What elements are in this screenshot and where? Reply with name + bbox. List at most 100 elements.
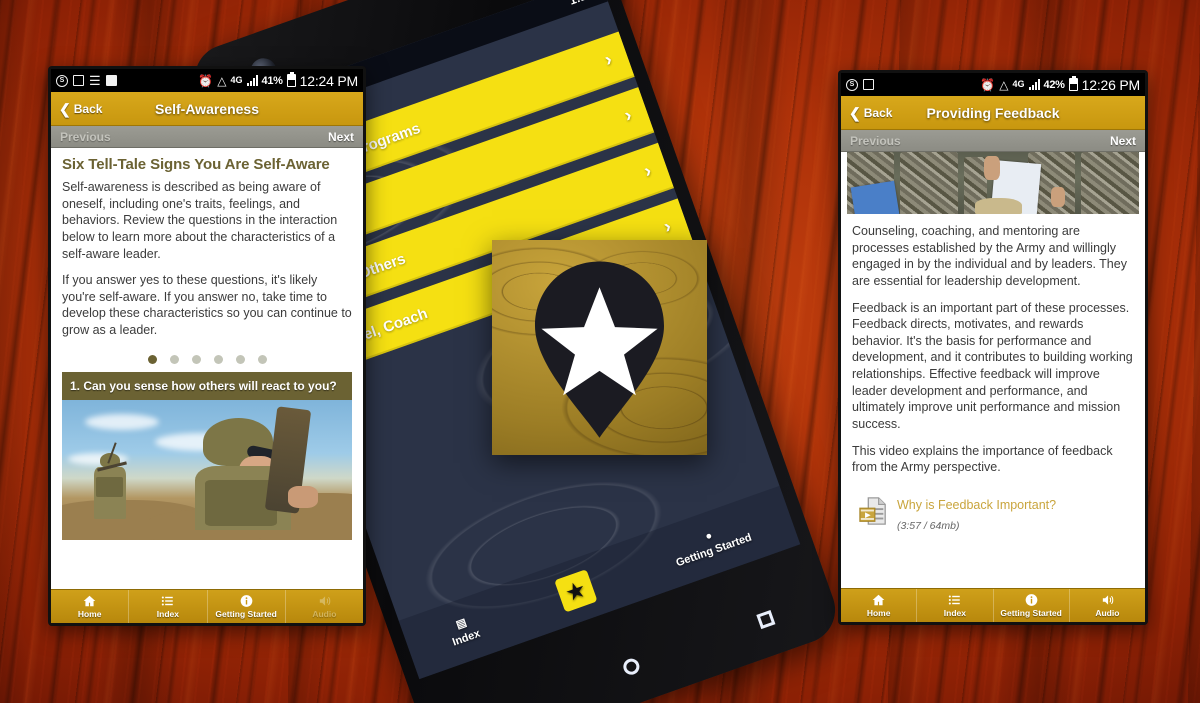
- map-pin-star-icon: [535, 261, 664, 438]
- chevron-right-icon: ›: [601, 49, 615, 71]
- content-paragraph-2: If you answer yes to these questions, it…: [62, 273, 352, 337]
- list-icon: [947, 593, 962, 607]
- previous-button[interactable]: Previous: [850, 134, 901, 148]
- back-button-label: Back: [863, 105, 893, 120]
- right-pager-bar: Previous Next: [841, 130, 1145, 152]
- list-icon: [160, 594, 175, 608]
- left-app-header: ❮ Back Self-Awareness: [51, 92, 363, 126]
- nav-home[interactable]: Home: [841, 589, 918, 622]
- home-circle-icon[interactable]: [620, 656, 642, 678]
- next-button[interactable]: Next: [328, 130, 354, 144]
- info-icon: [1024, 593, 1039, 607]
- nav-label: Home: [77, 609, 102, 619]
- contact-icon: ☰: [89, 73, 101, 88]
- nav-getting-started[interactable]: Getting Started: [994, 589, 1070, 622]
- left-bottom-nav: Home Index Getting Started Audio: [51, 589, 363, 623]
- video-meta-label: (3:57 / 64mb): [897, 519, 960, 532]
- chevron-right-icon: ›: [641, 160, 655, 183]
- left-status-bar: S ☰ ⏰ △ 4G 41% 12:24 PM: [51, 69, 363, 92]
- back-button[interactable]: ❮ Back: [51, 102, 102, 116]
- carousel-dot[interactable]: [213, 354, 223, 364]
- battery-icon: [1068, 76, 1078, 91]
- left-pager-bar: Previous Next: [51, 126, 363, 148]
- nav-label: Getting Started: [1000, 608, 1062, 618]
- nav-label: Index: [156, 609, 179, 619]
- info-icon: [239, 594, 254, 608]
- recents-square-icon[interactable]: [755, 609, 775, 629]
- carousel-dot[interactable]: [191, 354, 201, 364]
- content-heading: Six Tell-Tale Signs You Are Self-Aware: [62, 156, 330, 173]
- left-phone-screen: S ☰ ⏰ △ 4G 41% 12:24 PM ❮ Back Self-Awar…: [51, 69, 363, 623]
- nav-home[interactable]: Home: [51, 590, 130, 623]
- content-paragraph-2: Feedback is an important part of these p…: [852, 300, 1133, 431]
- wifi-icon: △: [999, 77, 1009, 92]
- screenshot-icon: [73, 75, 84, 86]
- center-status-time: 1:10: [567, 0, 594, 8]
- nav-label: Audio: [312, 609, 337, 619]
- chevron-right-icon: ›: [660, 215, 674, 238]
- signal-icon: [246, 75, 258, 86]
- vibrate-icon: S: [846, 78, 858, 91]
- vibrate-icon: S: [56, 74, 68, 87]
- content-paragraph-1: Self-awareness is described as being awa…: [62, 180, 338, 261]
- nav-audio[interactable]: Audio: [1070, 589, 1145, 622]
- star-icon: ★: [553, 569, 598, 613]
- info-icon: ●: [703, 529, 714, 543]
- center-nav-getting-started[interactable]: ● Getting Started: [669, 517, 753, 569]
- wifi-icon: △: [217, 73, 227, 88]
- nav-getting-started[interactable]: Getting Started: [208, 590, 286, 623]
- question-block: 1. Can you sense how others will react t…: [51, 371, 363, 540]
- right-phone-screen: S ⏰ △ 4G 42% 12:26 PM ❮ Back Providing F…: [841, 73, 1145, 622]
- nav-index[interactable]: Index: [917, 589, 994, 622]
- carousel-dot[interactable]: [235, 354, 245, 364]
- right-content: Counseling, coaching, and mentoring are …: [841, 214, 1145, 532]
- nav-label: Home: [866, 608, 891, 618]
- video-link-label[interactable]: Why is Feedback Important?: [897, 498, 1056, 512]
- back-button[interactable]: ❮ Back: [841, 106, 892, 120]
- battery-percent-label: 41%: [261, 74, 283, 87]
- left-content: Six Tell-Tale Signs You Are Self-Aware S…: [51, 148, 363, 372]
- right-phone-device: S ⏰ △ 4G 42% 12:26 PM ❮ Back Providing F…: [838, 70, 1148, 625]
- network-type-label: 4G: [1012, 79, 1025, 89]
- carousel-dot[interactable]: [257, 354, 267, 364]
- signal-icon: [1028, 79, 1040, 90]
- center-nav-label: Index: [450, 627, 482, 649]
- chevron-left-icon: ❮: [59, 100, 71, 117]
- briefcase-icon: [105, 75, 117, 86]
- nav-audio[interactable]: Audio: [286, 590, 363, 623]
- right-status-bar: S ⏰ △ 4G 42% 12:26 PM: [841, 73, 1145, 96]
- battery-percent-label: 42%: [1043, 78, 1065, 91]
- briefing-photo: [847, 152, 1139, 214]
- carousel-dot[interactable]: [169, 354, 179, 364]
- speaker-icon: [1100, 593, 1115, 607]
- network-type-label: 4G: [230, 75, 243, 85]
- content-paragraph-3: This video explains the importance of fe…: [852, 443, 1113, 475]
- right-app-header: ❮ Back Providing Feedback: [841, 96, 1145, 130]
- carousel-dots: [62, 349, 352, 372]
- speaker-icon: [317, 594, 332, 608]
- nav-index[interactable]: Index: [129, 590, 208, 623]
- battery-icon: [286, 72, 296, 87]
- chevron-left-icon: ❮: [849, 104, 861, 121]
- alarm-icon: ⏰: [980, 77, 996, 92]
- right-photo-wrap: [841, 152, 1145, 214]
- nav-label: Index: [943, 608, 966, 618]
- soldiers-photo: [62, 399, 352, 540]
- chevron-right-icon: ›: [621, 104, 635, 127]
- question-banner: 1. Can you sense how others will react t…: [62, 371, 352, 400]
- carousel-dot[interactable]: [147, 354, 157, 364]
- center-nav-label: Getting Started: [674, 531, 754, 569]
- list-icon: ▤: [454, 616, 469, 632]
- center-nav-star[interactable]: ★: [553, 569, 598, 613]
- previous-button[interactable]: Previous: [60, 130, 111, 144]
- nav-label: Audio: [1095, 608, 1120, 618]
- video-link-row[interactable]: Why is Feedback Important? (3:57 / 64mb): [852, 486, 1134, 532]
- next-button[interactable]: Next: [1110, 134, 1136, 148]
- nav-label: Getting Started: [215, 609, 277, 619]
- content-paragraph-1: Counseling, coaching, and mentoring are …: [852, 224, 1127, 288]
- center-nav-index[interactable]: ▤ Index: [445, 613, 482, 649]
- status-clock: 12:26 PM: [1081, 76, 1141, 93]
- video-document-icon: [858, 496, 888, 526]
- home-icon: [871, 593, 886, 607]
- left-phone-device: S ☰ ⏰ △ 4G 41% 12:24 PM ❮ Back Self-Awar…: [48, 66, 366, 626]
